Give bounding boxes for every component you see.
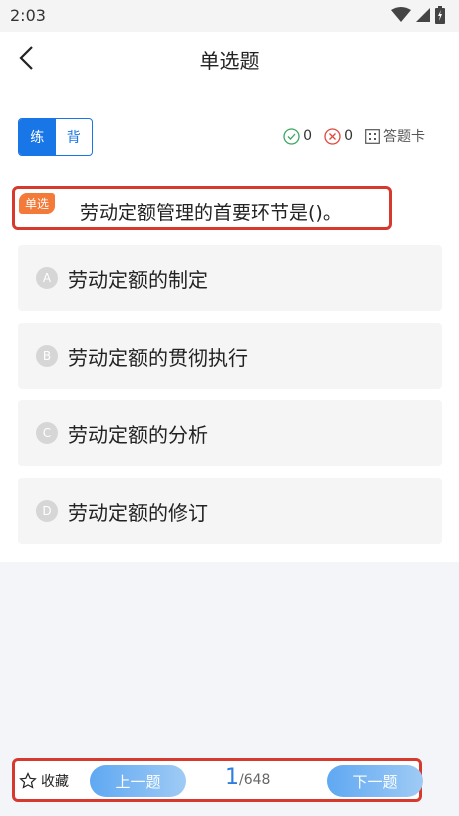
stats: 0 0 答题卡 [283,126,425,146]
option-text: 劳动定额的制定 [68,267,208,292]
option-d[interactable]: D 劳动定额的修订 [18,478,442,544]
signal-icon [416,8,430,22]
option-letter: C [36,422,58,444]
grid-icon [365,128,380,144]
wrong-count: 0 [324,127,353,145]
mode-recite-button[interactable]: 背 [56,119,93,155]
mode-toggle: 练 背 [18,118,93,156]
question-pager: 1 /648 [225,765,270,790]
question-type-badge: 单选 [19,193,56,214]
cross-circle-icon [324,127,341,145]
prev-question-button[interactable]: 上一题 [90,765,186,797]
question-content: 练 背 0 0 答题卡 单选 劳动定额管理的首要环节是()。 A 劳动定额的制定… [0,84,459,562]
total-question-count: /648 [239,772,271,788]
wrong-count-value: 0 [344,128,353,144]
question-text: 劳动定额管理的首要环节是()。 [80,202,342,224]
option-a[interactable]: A 劳动定额的制定 [18,245,442,311]
status-time: 2:03 [10,6,46,25]
screen: 2:03 单选题 练 背 0 0 答题卡 单选 劳动定额管理的首要环节是()。 … [0,0,459,816]
page-title: 单选题 [199,49,260,73]
mode-practice-button[interactable]: 练 [19,119,56,155]
option-letter: B [36,345,58,367]
option-c[interactable]: C 劳动定额的分析 [18,400,442,466]
favorite-button[interactable]: 收藏 [19,771,69,791]
star-icon [19,772,37,789]
header: 单选题 [0,32,459,84]
battery-icon [435,6,445,24]
option-letter: A [36,267,58,289]
option-letter: D [36,500,58,522]
correct-count: 0 [283,127,313,145]
next-question-button[interactable]: 下一题 [327,765,423,797]
status-icons [391,6,445,24]
answer-card-label: 答题卡 [383,129,425,145]
current-question-number: 1 [225,765,239,790]
option-b[interactable]: B 劳动定额的贯彻执行 [18,323,442,389]
answer-card-button[interactable]: 答题卡 [365,126,425,146]
option-text: 劳动定额的修订 [68,500,208,525]
option-text: 劳动定额的分析 [68,422,208,447]
favorite-label: 收藏 [41,774,69,790]
status-bar: 2:03 [0,0,459,32]
option-text: 劳动定额的贯彻执行 [68,345,248,370]
correct-count-value: 0 [303,128,313,144]
wifi-icon [391,7,411,22]
question-box: 单选 劳动定额管理的首要环节是()。 [12,186,392,230]
bottom-bar: 收藏 上一题 1 /648 下一题 [12,758,423,802]
check-circle-icon [283,127,300,145]
